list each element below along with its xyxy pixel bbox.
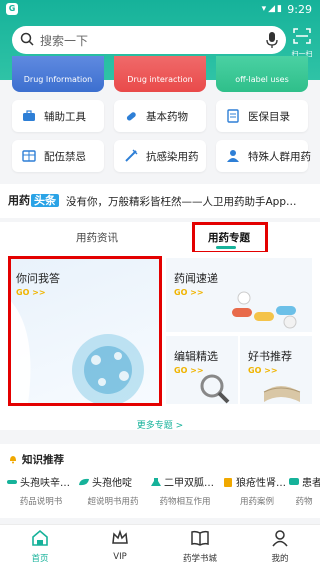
topic-editors-picks[interactable]: 编辑精选 GO >> (166, 336, 238, 404)
scan-button[interactable]: 扫一扫 (290, 28, 314, 58)
status-time: 9:29 (287, 3, 312, 16)
book-icon (191, 530, 209, 546)
crown-icon (112, 529, 128, 544)
tool-anti-infective[interactable]: 抗感染用药 (114, 140, 206, 172)
scan-icon (293, 28, 311, 44)
document-icon (227, 109, 239, 123)
microphone-icon[interactable] (266, 32, 278, 48)
card-caption: Drug Information (23, 75, 93, 84)
knowledge-item[interactable]: 二甲双胍… 药物相互作用 (150, 474, 220, 507)
tab-drug-news[interactable]: 用药资讯 (76, 230, 118, 245)
tool-insurance-catalog[interactable]: 医保目录 (216, 100, 308, 132)
knowledge-subtitle: 药物相互作用 (159, 497, 211, 507)
tool-label: 辅助工具 (44, 111, 86, 123)
tool-label: 特殊人群用药 (248, 151, 311, 163)
search-icon (20, 32, 34, 46)
knowledge-heading: 知识推荐 (10, 452, 64, 467)
book-image (263, 386, 301, 402)
nav-label: 我的 (271, 554, 289, 564)
topic-tabs: 用药资讯 用药专题 (0, 222, 320, 252)
nav-label: 首页 (31, 554, 49, 564)
toolbox-icon (23, 110, 35, 121)
tool-label: 基本药物 (146, 111, 188, 123)
card-caption: Drug interaction (127, 75, 193, 84)
knowledge-subtitle: 药品说明书 (19, 497, 63, 507)
knowledge-title: 头孢他啶 (92, 478, 132, 489)
nav-vip[interactable]: VIP (80, 529, 160, 562)
knowledge-title: 二甲双胍… (164, 478, 214, 489)
knowledge-title: 头孢呋辛… (20, 478, 70, 489)
pills-image (232, 291, 297, 329)
pill-icon (7, 480, 17, 484)
more-topics-link[interactable]: 更多专题 > (0, 418, 320, 431)
highlight-box (192, 222, 268, 254)
tool-label: 医保目录 (248, 111, 290, 123)
tool-basic-drugs[interactable]: 基本药物 (114, 100, 206, 132)
status-bar: G ▾◢▮ 9:29 (0, 0, 320, 18)
card-caption: off-label uses (235, 75, 289, 84)
tool-label: 配伍禁忌 (44, 151, 86, 163)
knowledge-subtitle: 用药案例 (239, 497, 274, 507)
magnifier-image (200, 374, 230, 404)
knowledge-subtitle: 药物 (295, 497, 313, 507)
drug-information-card[interactable]: Drug Information (12, 56, 104, 92)
knowledge-item[interactable]: 头孢他啶 超说明书用药 (78, 474, 148, 507)
flask-icon (151, 478, 161, 486)
nav-profile[interactable]: 我的 (240, 529, 320, 564)
knowledge-item[interactable]: 头孢呋辛… 药品说明书 (6, 474, 76, 507)
logo-part-b: 头条 (31, 194, 59, 207)
knowledge-heading-text: 知识推荐 (22, 454, 64, 466)
clipboard-icon (224, 478, 232, 487)
knowledge-item[interactable]: 患者 药物 (288, 474, 320, 507)
nav-label: 药学书城 (182, 554, 217, 564)
knowledge-title: 狼疮性肾… (236, 478, 286, 489)
tool-incompatibility[interactable]: 配伍禁忌 (12, 140, 104, 172)
person-icon (227, 150, 239, 162)
headline-text: 没有你，万般精彩皆枉然——人卫用药助手App… (66, 196, 297, 208)
nav-label: VIP (113, 552, 127, 562)
syringe-icon (125, 149, 138, 162)
logo-part-a: 用药 (8, 194, 30, 207)
nav-home[interactable]: 首页 (0, 529, 80, 564)
search-placeholder: 搜索一下 (40, 34, 89, 48)
tool-special-populations[interactable]: 特殊人群用药 (216, 140, 311, 172)
bottom-navigation: 首页 VIP 药学书城 我的 (0, 524, 320, 568)
highlight-box (8, 256, 162, 406)
category-cards: Drug Information Drug interaction off-la… (12, 56, 308, 92)
off-label-uses-card[interactable]: off-label uses (216, 56, 308, 92)
search-bar[interactable]: 搜索一下 (12, 26, 286, 54)
user-icon (272, 530, 288, 547)
home-icon (32, 529, 48, 546)
headline-banner[interactable]: 用药 头条 没有你，万般精彩皆枉然——人卫用药助手App… (0, 184, 320, 218)
bell-icon (10, 456, 16, 464)
app-notification-icon: G (6, 3, 18, 15)
knowledge-item[interactable]: 狼疮性肾… 用药案例 (222, 474, 292, 507)
drug-interaction-card[interactable]: Drug interaction (114, 56, 206, 92)
knowledge-subtitle: 超说明书用药 (87, 497, 139, 507)
knowledge-title: 患者 (302, 478, 320, 489)
headline-logo: 用药 头条 (8, 192, 59, 210)
topic-book-recommendations[interactable]: 好书推荐 GO >> (240, 336, 312, 404)
chat-icon (289, 478, 299, 485)
tool-label: 抗感染用药 (146, 151, 199, 163)
pill-icon (126, 112, 136, 121)
nav-bookstore[interactable]: 药学书城 (160, 529, 240, 564)
signal-icons: ▾◢▮ (261, 4, 284, 14)
tool-auxiliary[interactable]: 辅助工具 (12, 100, 104, 132)
leaf-icon (79, 478, 89, 486)
table-icon (22, 150, 36, 162)
knowledge-section: 知识推荐 头孢呋辛… 药品说明书 头孢他啶 超说明书用药 二甲双胍… 药物相互作… (0, 444, 320, 518)
topic-news-flash[interactable]: 药闻速递 GO >> (166, 258, 312, 332)
